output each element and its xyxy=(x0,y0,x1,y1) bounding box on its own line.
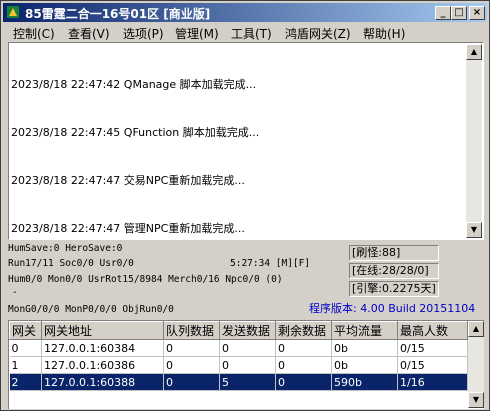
log-line: 2023/8/18 22:47:47 交易NPC重新加载完成... xyxy=(11,174,245,187)
window-title: 85雷霆二合一16号01区 [商业版] xyxy=(25,7,211,21)
menu-gateway[interactable]: 鸿盾网关(Z) xyxy=(285,25,351,42)
col-max-users[interactable]: 最高人数 xyxy=(397,321,468,340)
refresh-counter: [刷怪:88] xyxy=(349,245,439,261)
title-bar[interactable]: 85雷霆二合一16号01区 [商业版] _ □ × xyxy=(3,3,487,22)
status-dash: - xyxy=(12,287,18,298)
scroll-down-icon[interactable]: ▼ xyxy=(466,222,482,238)
menu-options[interactable]: 选项(P) xyxy=(123,25,164,42)
status-run: Run17/11 Soc0/0 Usr0/0 xyxy=(8,258,134,269)
cell: 0 xyxy=(275,339,332,357)
engine-uptime: [引擎:0.2275天] xyxy=(349,281,439,297)
cell: 0 xyxy=(219,356,276,374)
cell: 0 xyxy=(275,373,332,391)
menu-control[interactable]: 控制(C) xyxy=(13,25,55,42)
cell: 0b xyxy=(331,356,398,374)
menu-tools[interactable]: 工具(T) xyxy=(231,25,272,42)
online-counter: [在线:28/28/0] xyxy=(349,263,439,279)
table-row[interactable]: 1 127.0.0.1:60386 0 0 0 0b 0/15 xyxy=(9,356,468,374)
status-mon: MonG0/0/0 MonP0/0/0 ObjRun0/0 xyxy=(8,304,174,315)
scroll-up-icon[interactable]: ▲ xyxy=(468,321,484,337)
close-button[interactable]: × xyxy=(469,6,485,20)
program-version: 程序版本: 4.00 Build 20151104 xyxy=(309,302,476,315)
log-output[interactable]: 2023/8/18 22:47:42 QManage 脚本加载完成... 202… xyxy=(8,42,484,240)
log-line: 2023/8/18 22:47:47 管理NPC重新加载完成... xyxy=(11,222,245,235)
cell: 127.0.0.1:60388 xyxy=(41,373,164,391)
status-hum: Hum0/0 Mon0/0 UsrRot15/8984 Merch0/16 Np… xyxy=(8,274,283,285)
table-row-selected[interactable]: 2 127.0.0.1:60388 0 5 0 590b 1/16 xyxy=(9,373,468,391)
col-gateway-address[interactable]: 网关地址 xyxy=(41,321,164,340)
gateway-table: 网关 网关地址 队列数据 发送数据 剩余数据 平均流量 最高人数 0 127.0… xyxy=(8,320,484,409)
status-save: HumSave:0 HeroSave:0 xyxy=(8,243,123,254)
status-time: 5:27:34 [M][F] xyxy=(230,258,311,269)
cell: 1/16 xyxy=(397,373,468,391)
col-avg-traffic[interactable]: 平均流量 xyxy=(331,321,398,340)
cell: 0 xyxy=(9,339,42,357)
menu-bar: 控制(C) 查看(V) 选项(P) 管理(M) 工具(T) 鸿盾网关(Z) 帮助… xyxy=(3,23,487,41)
cell: 1 xyxy=(9,356,42,374)
cell: 590b xyxy=(331,373,398,391)
cell: 0 xyxy=(275,356,332,374)
status-panel: HumSave:0 HeroSave:0 Run17/11 Soc0/0 Usr… xyxy=(4,242,486,318)
col-send-data[interactable]: 发送数据 xyxy=(219,321,276,340)
log-scrollbar[interactable]: ▲ ▼ xyxy=(466,44,482,238)
maximize-button[interactable]: □ xyxy=(451,6,467,20)
cell: 0/15 xyxy=(397,356,468,374)
minimize-button[interactable]: _ xyxy=(435,6,451,20)
cell: 0/15 xyxy=(397,339,468,357)
table-header-row: 网关 网关地址 队列数据 发送数据 剩余数据 平均流量 最高人数 xyxy=(9,321,468,340)
menu-manage[interactable]: 管理(M) xyxy=(175,25,219,42)
cell: 127.0.0.1:60386 xyxy=(41,356,164,374)
cell: 2 xyxy=(9,373,42,391)
cell: 127.0.0.1:60384 xyxy=(41,339,164,357)
cell: 0 xyxy=(163,373,220,391)
log-line: 2023/8/18 22:47:42 QManage 脚本加载完成... xyxy=(11,78,257,91)
col-gateway[interactable]: 网关 xyxy=(9,321,42,340)
log-line: 2023/8/18 22:47:45 QFunction 脚本加载完成... xyxy=(11,126,260,139)
cell: 0 xyxy=(163,356,220,374)
scroll-down-icon[interactable]: ▼ xyxy=(468,392,484,408)
log-lines: 2023/8/18 22:47:42 QManage 脚本加载完成... 202… xyxy=(11,45,466,269)
menu-help[interactable]: 帮助(H) xyxy=(363,25,405,42)
scroll-up-icon[interactable]: ▲ xyxy=(466,44,482,60)
col-remaining-data[interactable]: 剩余数据 xyxy=(275,321,332,340)
menu-view[interactable]: 查看(V) xyxy=(68,25,110,42)
cell: 5 xyxy=(219,373,276,391)
table-scrollbar[interactable]: ▲ ▼ xyxy=(468,321,484,408)
col-queue-data[interactable]: 队列数据 xyxy=(163,321,220,340)
cell: 0b xyxy=(331,339,398,357)
cell: 0 xyxy=(163,339,220,357)
main-window: 85雷霆二合一16号01区 [商业版] _ □ × 控制(C) 查看(V) 选项… xyxy=(0,0,490,411)
cell: 0 xyxy=(219,339,276,357)
app-icon xyxy=(7,6,19,18)
table-row[interactable]: 0 127.0.0.1:60384 0 0 0 0b 0/15 xyxy=(9,339,468,357)
